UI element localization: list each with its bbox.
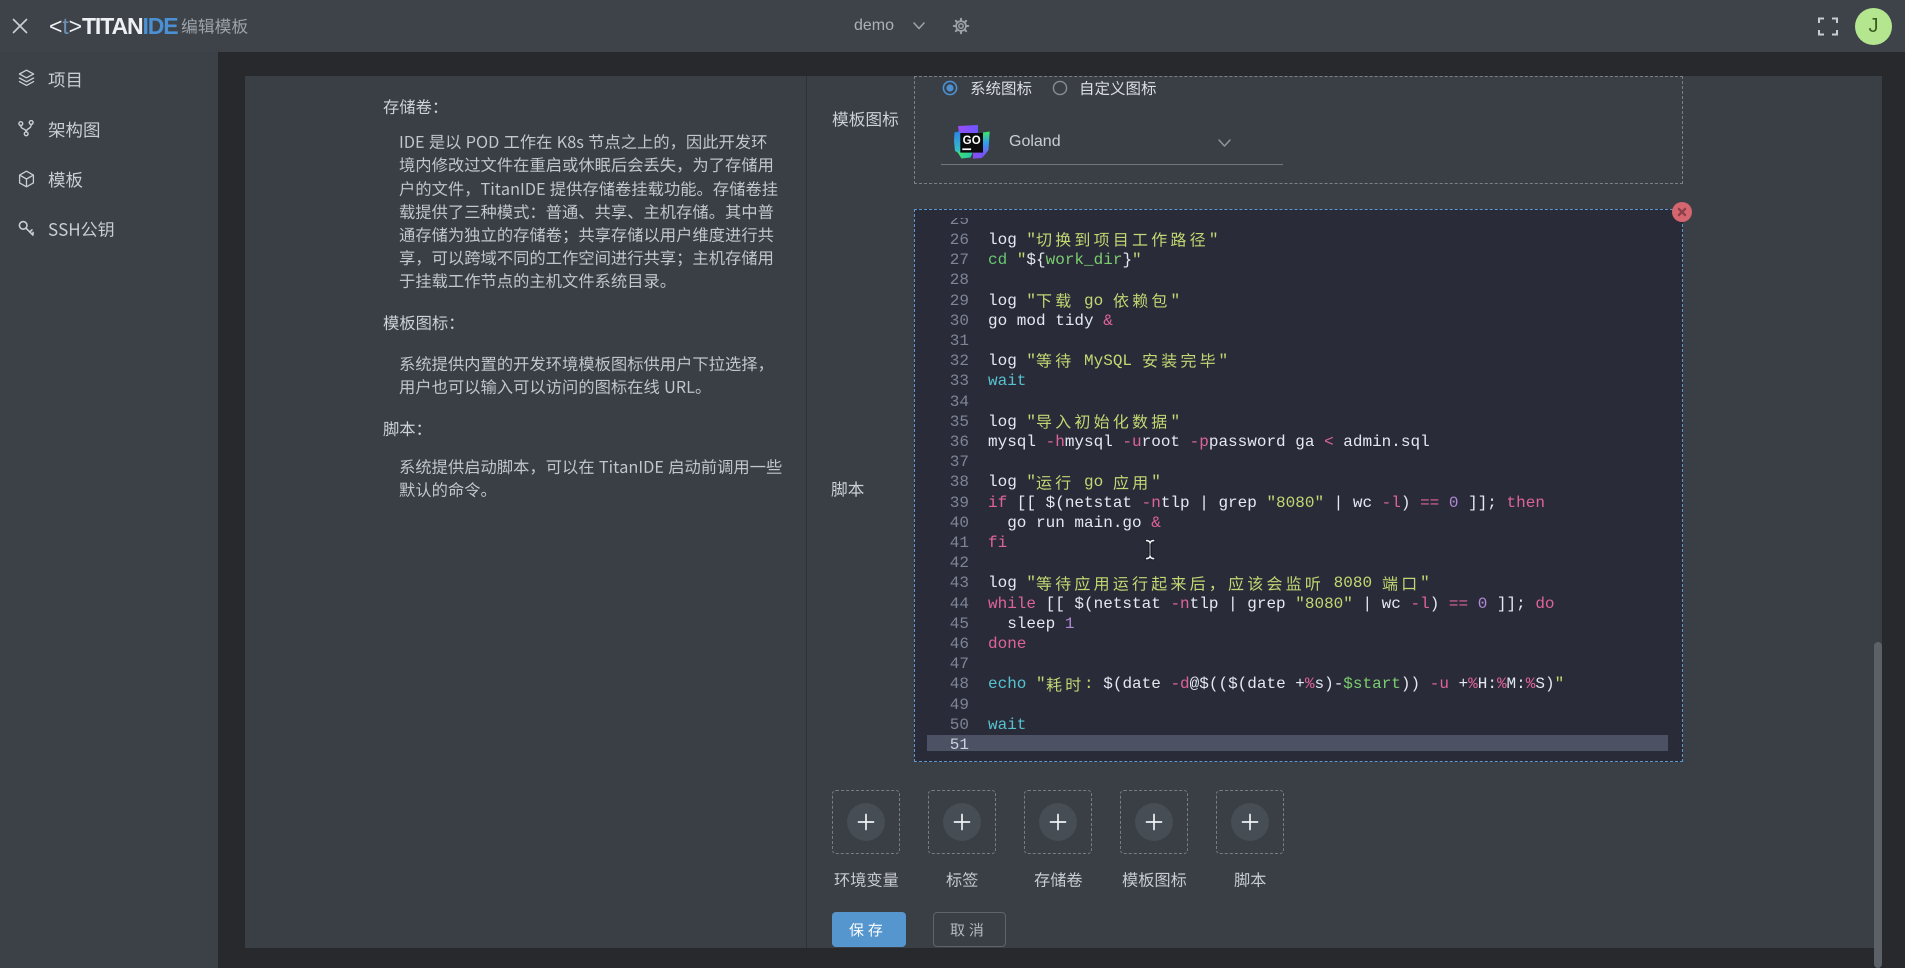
svg-text:GO: GO — [963, 135, 981, 147]
